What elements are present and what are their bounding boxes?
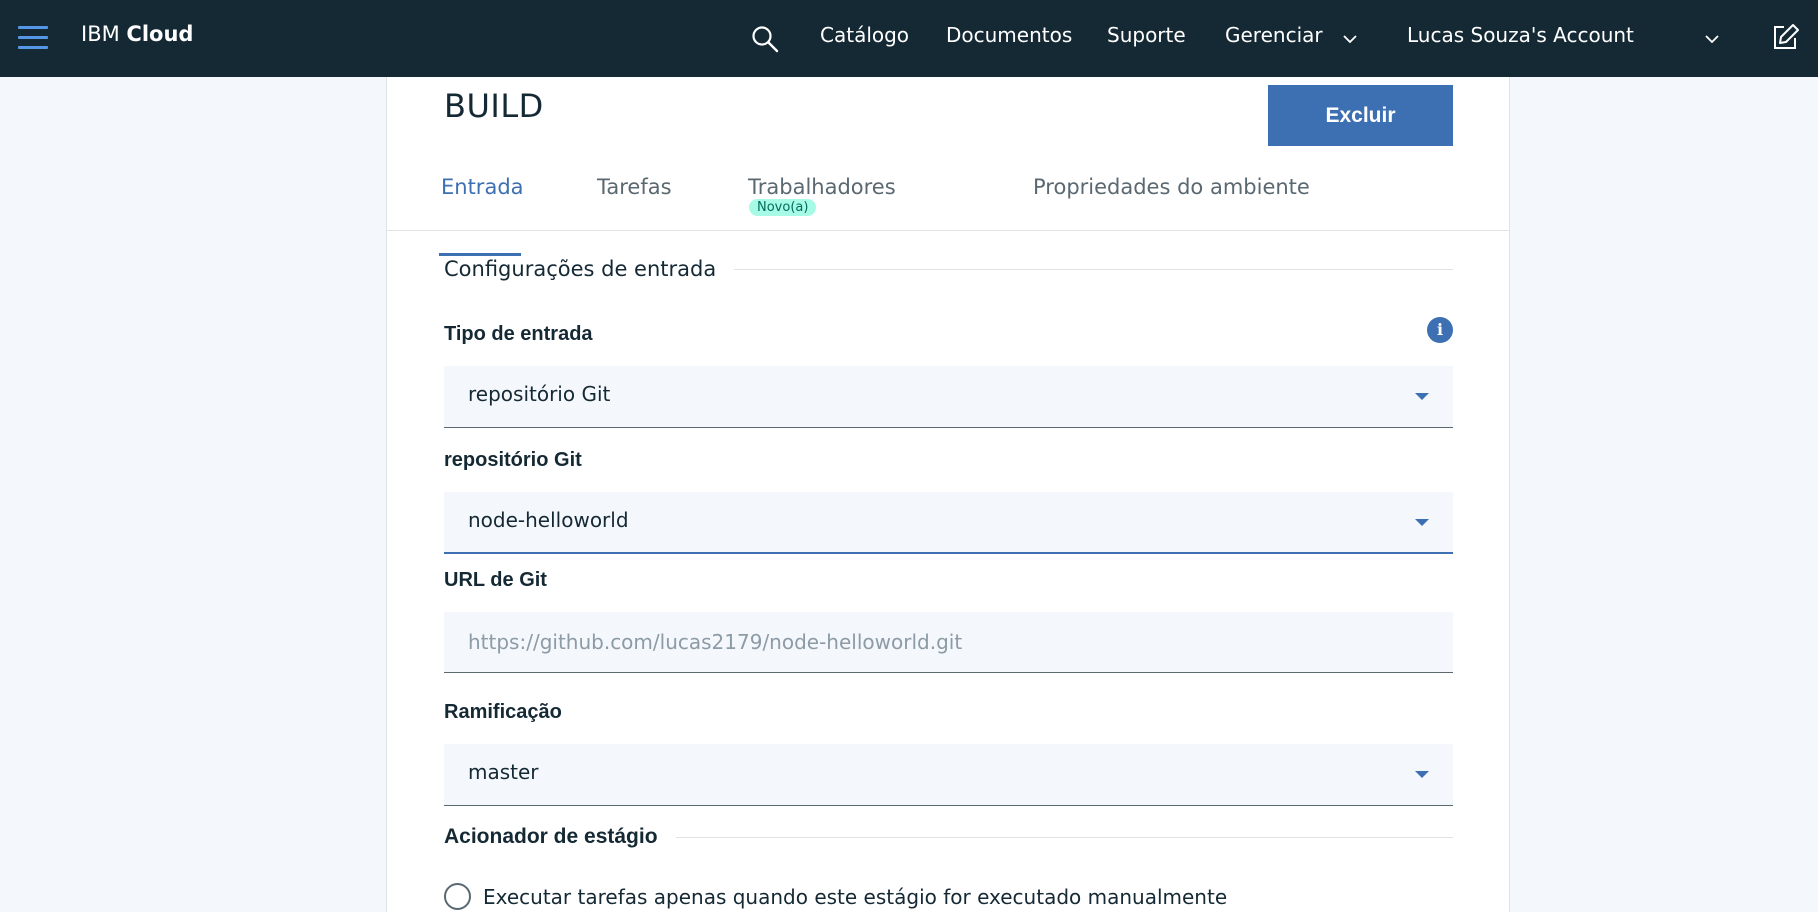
caret-down-icon <box>1415 519 1429 526</box>
tabs-divider <box>387 230 1509 231</box>
git-url-input[interactable] <box>444 612 1453 673</box>
active-tab-indicator <box>439 253 521 256</box>
input-type-label: Tipo de entrada <box>444 323 593 345</box>
trigger-section-title: Acionador de estágio <box>444 825 658 848</box>
stage-config-panel: BUILD Excluir Entrada Tarefas Trabalhado… <box>386 77 1510 912</box>
nav-support-link[interactable]: Suporte <box>1107 23 1186 47</box>
account-switcher[interactable]: Lucas Souza's Account <box>1407 23 1634 47</box>
git-repo-select[interactable]: node-helloworld <box>444 492 1453 554</box>
manual-trigger-label: Executar tarefas apenas quando este está… <box>483 884 1228 909</box>
top-nav-bar: IBM Cloud Catálogo Documentos Suporte Ge… <box>0 0 1818 77</box>
search-icon[interactable] <box>750 24 780 54</box>
tab-environment-properties[interactable]: Propriedades do ambiente <box>1033 175 1310 199</box>
radio-button[interactable] <box>444 883 471 910</box>
input-settings-section: Configurações de entrada <box>444 257 1453 281</box>
section-divider <box>675 836 1453 838</box>
delete-button[interactable]: Excluir <box>1268 85 1453 146</box>
caret-down-icon <box>1415 393 1429 400</box>
stage-trigger-section: Acionador de estágio <box>444 825 1453 849</box>
brand-suffix: Cloud <box>126 22 194 46</box>
manage-chevron-down-icon[interactable] <box>1342 31 1358 47</box>
section-divider <box>734 268 1453 270</box>
git-repo-value: node-helloworld <box>468 508 629 532</box>
git-url-label: URL de Git <box>444 569 547 591</box>
nav-catalog-link[interactable]: Catálogo <box>820 23 909 47</box>
account-chevron-down-icon[interactable] <box>1704 31 1720 47</box>
git-repo-label: repositório Git <box>444 449 582 471</box>
hamburger-menu-icon[interactable] <box>18 26 48 52</box>
nav-manage-link[interactable]: Gerenciar <box>1225 23 1323 47</box>
info-icon[interactable]: i <box>1427 317 1453 343</box>
caret-down-icon <box>1415 771 1429 778</box>
branch-label: Ramificação <box>444 701 562 723</box>
tab-jobs[interactable]: Tarefas <box>597 175 672 199</box>
tab-input[interactable]: Entrada <box>441 175 524 199</box>
nav-docs-link[interactable]: Documentos <box>946 23 1072 47</box>
input-type-value: repositório Git <box>468 382 611 406</box>
input-type-select[interactable]: repositório Git <box>444 366 1453 428</box>
brand-prefix: IBM <box>81 22 120 46</box>
manual-trigger-option[interactable]: Executar tarefas apenas quando este está… <box>444 883 1227 910</box>
stage-title: BUILD <box>444 87 544 125</box>
new-badge: Novo(a) <box>749 199 817 216</box>
edit-icon[interactable] <box>1770 22 1800 52</box>
brand-logo[interactable]: IBM Cloud <box>81 22 193 46</box>
section-title: Configurações de entrada <box>444 257 717 281</box>
branch-value: master <box>468 760 539 784</box>
branch-select[interactable]: master <box>444 744 1453 806</box>
tab-workers[interactable]: Trabalhadores <box>748 175 896 199</box>
